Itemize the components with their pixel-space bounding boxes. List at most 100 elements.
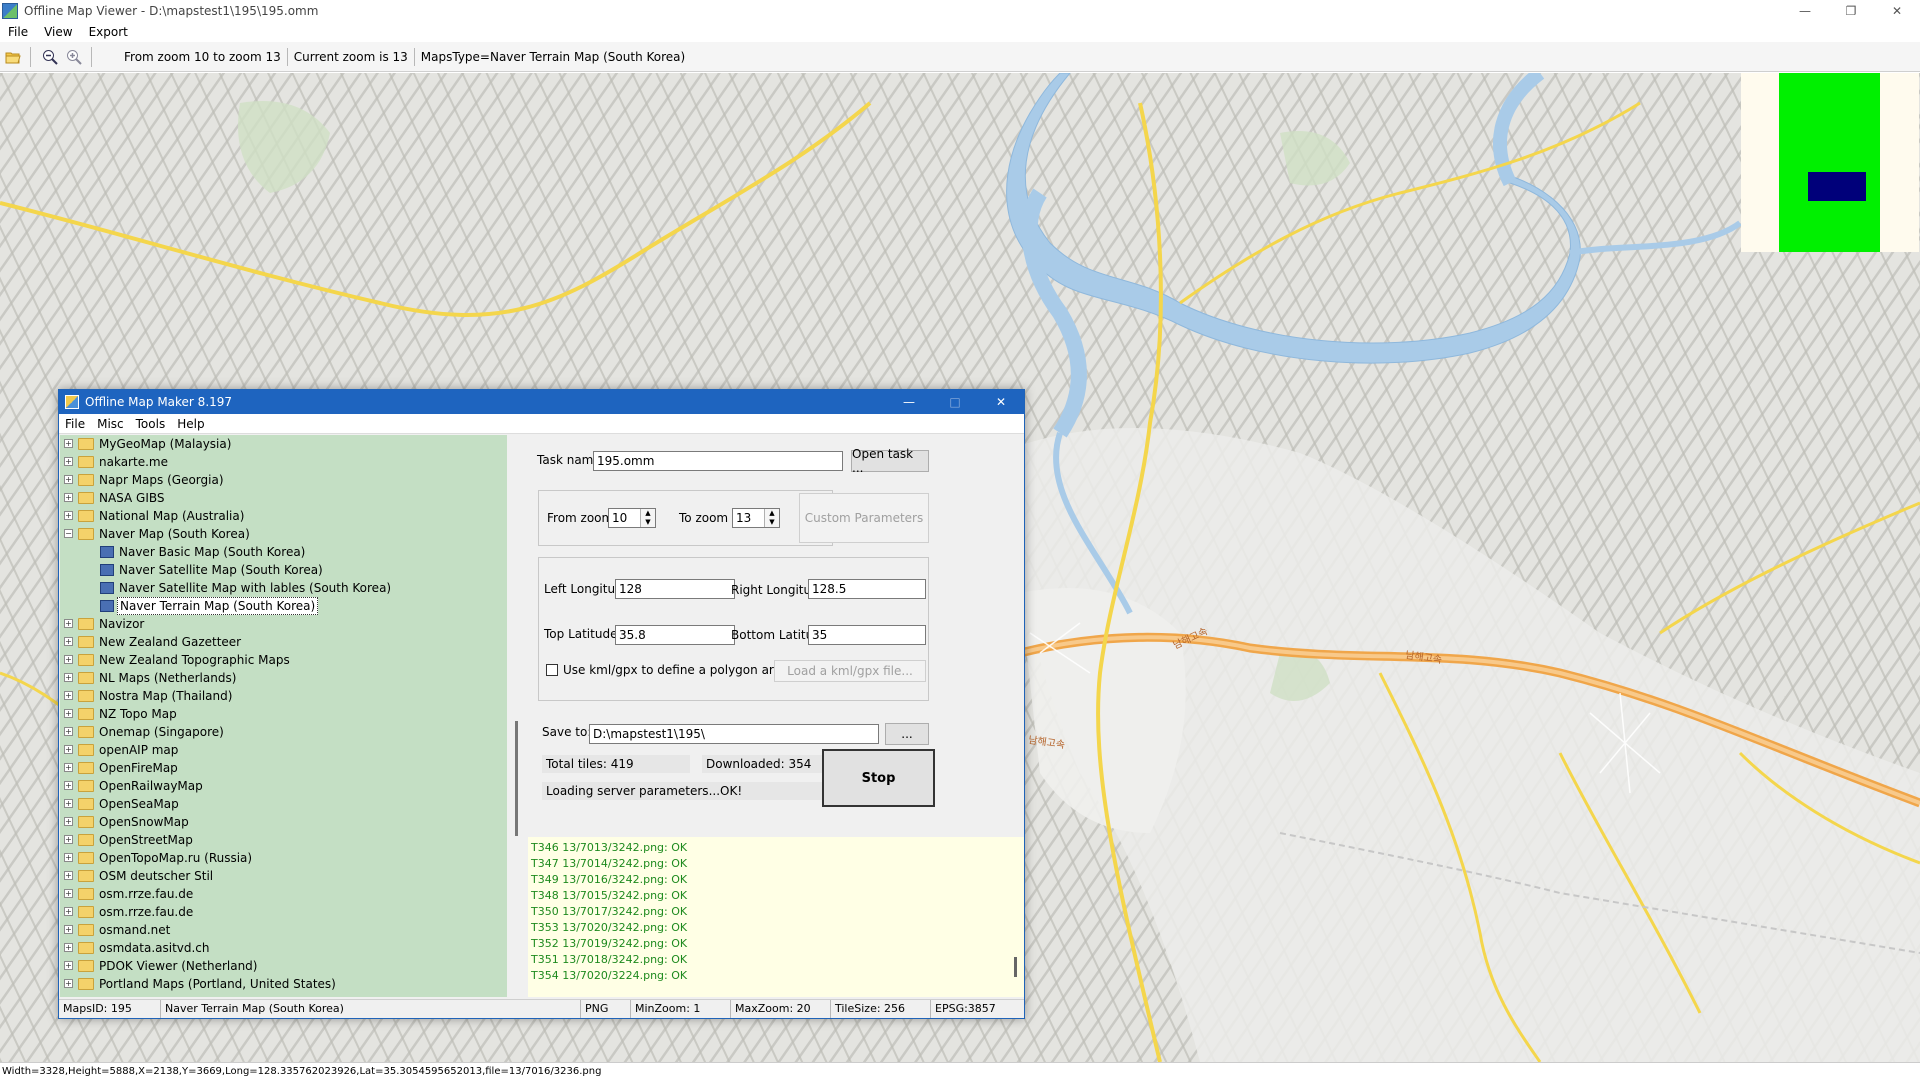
expand-icon[interactable]: + — [64, 961, 73, 970]
expand-icon[interactable]: + — [64, 763, 73, 772]
log-scrollbar[interactable] — [1006, 837, 1024, 997]
tree-provider-node[interactable]: + OpenTopoMap.ru (Russia) — [60, 849, 507, 867]
tree-provider-node[interactable]: + osmand.net — [60, 921, 507, 939]
tree-provider-node[interactable]: + osmdata.asitvd.ch — [60, 939, 507, 957]
open-task-button[interactable]: Open task ... — [851, 447, 929, 475]
expand-icon[interactable]: + — [64, 709, 73, 718]
map-overview[interactable] — [1741, 73, 1919, 252]
save-to-input[interactable]: D:\mapstest1\195\ — [589, 724, 879, 744]
bottom-latitude-input[interactable]: 35 — [808, 625, 926, 645]
tree-provider-node[interactable]: + PDOK Viewer (Netherland) — [60, 957, 507, 975]
tree-provider-node[interactable]: + NL Maps (Netherlands) — [60, 669, 507, 687]
kml-polygon-checkbox[interactable] — [546, 664, 558, 676]
top-latitude-input[interactable]: 35.8 — [615, 625, 735, 645]
expand-icon[interactable]: + — [64, 637, 73, 646]
download-log[interactable]: T346 13/7013/3242.png: OK T347 13/7014/32… — [528, 837, 1024, 997]
expand-icon[interactable]: + — [64, 889, 73, 898]
tree-map-node[interactable]: Naver Satellite Map (South Korea) — [60, 561, 507, 579]
dialog-menu-file[interactable]: File — [59, 417, 91, 431]
expand-icon[interactable]: + — [64, 475, 73, 484]
expand-icon[interactable]: + — [64, 817, 73, 826]
tree-provider-node[interactable]: + osm.rrze.fau.de — [60, 903, 507, 921]
tree-provider-node[interactable]: + New Zealand Topographic Maps — [60, 651, 507, 669]
expand-icon[interactable]: + — [64, 799, 73, 808]
expand-icon[interactable]: + — [64, 493, 73, 502]
tree-scrollbar-thumb[interactable] — [515, 721, 518, 836]
dialog-menu-tools[interactable]: Tools — [130, 417, 172, 431]
zoom-in-icon[interactable] — [63, 46, 85, 68]
expand-icon[interactable]: + — [64, 745, 73, 754]
to-zoom-spinner[interactable]: 13 ▲ ▼ — [732, 508, 780, 528]
expand-icon[interactable]: + — [64, 943, 73, 952]
left-longitude-input[interactable]: 128 — [615, 579, 735, 599]
tree-provider-node[interactable]: + NASA GIBS — [60, 489, 507, 507]
browse-folder-button[interactable]: ... — [885, 723, 929, 745]
expand-icon[interactable]: + — [64, 511, 73, 520]
tree-provider-node[interactable]: + NZ Topo Map — [60, 705, 507, 723]
tree-provider-node[interactable]: + nakarte.me — [60, 453, 507, 471]
menu-view[interactable]: View — [36, 25, 80, 39]
tree-provider-node[interactable]: + OpenRailwayMap — [60, 777, 507, 795]
expand-icon[interactable]: + — [64, 457, 73, 466]
tree-provider-node[interactable]: + Nostra Map (Thailand) — [60, 687, 507, 705]
expand-icon[interactable]: + — [64, 871, 73, 880]
tree-provider-node[interactable]: + Portland Maps (Portland, United States) — [60, 975, 507, 993]
dialog-title: Offline Map Maker 8.197 — [85, 395, 233, 409]
spinner-down-icon[interactable]: ▼ — [764, 518, 779, 527]
tree-provider-node[interactable]: + OpenSnowMap — [60, 813, 507, 831]
tree-provider-node[interactable]: + OpenStreetMap — [60, 831, 507, 849]
tree-provider-node[interactable]: + National Map (Australia) — [60, 507, 507, 525]
spinner-down-icon[interactable]: ▼ — [640, 518, 655, 527]
task-name-label: Task name — [537, 453, 601, 467]
minimize-icon[interactable]: — — [1782, 0, 1828, 22]
right-longitude-input[interactable]: 128.5 — [808, 579, 926, 599]
menu-export[interactable]: Export — [81, 25, 136, 39]
zoom-out-icon[interactable] — [39, 46, 61, 68]
tree-provider-node[interactable]: − Naver Map (South Korea) — [60, 525, 507, 543]
expand-icon[interactable]: + — [64, 781, 73, 790]
spinner-up-icon[interactable]: ▲ — [764, 509, 779, 518]
expand-icon[interactable]: + — [64, 439, 73, 448]
tree-provider-node[interactable]: + osm.rrze.fau.de — [60, 885, 507, 903]
log-scrollbar-thumb[interactable] — [1014, 957, 1017, 977]
tree-provider-node[interactable]: + Onemap (Singapore) — [60, 723, 507, 741]
menu-file[interactable]: File — [0, 25, 36, 39]
dialog-minimize-icon[interactable]: — — [886, 390, 932, 414]
expand-icon[interactable]: + — [64, 853, 73, 862]
expand-icon[interactable]: + — [64, 619, 73, 628]
restore-icon[interactable]: ❐ — [1828, 0, 1874, 22]
from-zoom-spinner[interactable]: 10 ▲ ▼ — [608, 508, 656, 528]
expand-icon[interactable]: + — [64, 673, 73, 682]
dialog-menu-help[interactable]: Help — [171, 417, 210, 431]
tree-provider-node[interactable]: + Napr Maps (Georgia) — [60, 471, 507, 489]
stop-button[interactable]: Stop — [822, 749, 935, 807]
expand-icon[interactable]: + — [64, 925, 73, 934]
close-icon[interactable]: ✕ — [1874, 0, 1920, 22]
tree-provider-node[interactable]: + MyGeoMap (Malaysia) — [60, 435, 507, 453]
expand-icon[interactable]: + — [64, 979, 73, 988]
log-line: T354 13/7020/3224.png: OK — [531, 969, 688, 982]
collapse-icon[interactable]: − — [64, 529, 73, 538]
tree-provider-node[interactable]: + Navizor — [60, 615, 507, 633]
expand-icon[interactable]: + — [64, 907, 73, 916]
expand-icon[interactable]: + — [64, 655, 73, 664]
tree-scrollbar[interactable] — [507, 435, 526, 997]
spinner-up-icon[interactable]: ▲ — [640, 509, 655, 518]
tree-provider-node[interactable]: + OpenFireMap — [60, 759, 507, 777]
expand-icon[interactable]: + — [64, 727, 73, 736]
expand-icon[interactable]: + — [64, 691, 73, 700]
dialog-close-icon[interactable]: ✕ — [978, 390, 1024, 414]
tree-map-node[interactable]: Naver Terrain Map (South Korea) — [60, 597, 507, 615]
tree-provider-node[interactable]: + OpenSeaMap — [60, 795, 507, 813]
tree-provider-node[interactable]: + openAIP map — [60, 741, 507, 759]
tree-provider-node[interactable]: + New Zealand Gazetteer — [60, 633, 507, 651]
task-name-input[interactable]: 195.omm — [593, 451, 843, 471]
tree-node-label: nakarte.me — [99, 455, 168, 469]
tree-map-node[interactable]: Naver Satellite Map with lables (South K… — [60, 579, 507, 597]
tree-provider-node[interactable]: + OSM deutscher Stil — [60, 867, 507, 885]
map-provider-tree[interactable]: + MyGeoMap (Malaysia) + nakarte.me + Napr Map… — [60, 435, 507, 997]
open-folder-icon[interactable] — [2, 46, 24, 68]
dialog-menu-misc[interactable]: Misc — [91, 417, 130, 431]
tree-map-node[interactable]: Naver Basic Map (South Korea) — [60, 543, 507, 561]
expand-icon[interactable]: + — [64, 835, 73, 844]
